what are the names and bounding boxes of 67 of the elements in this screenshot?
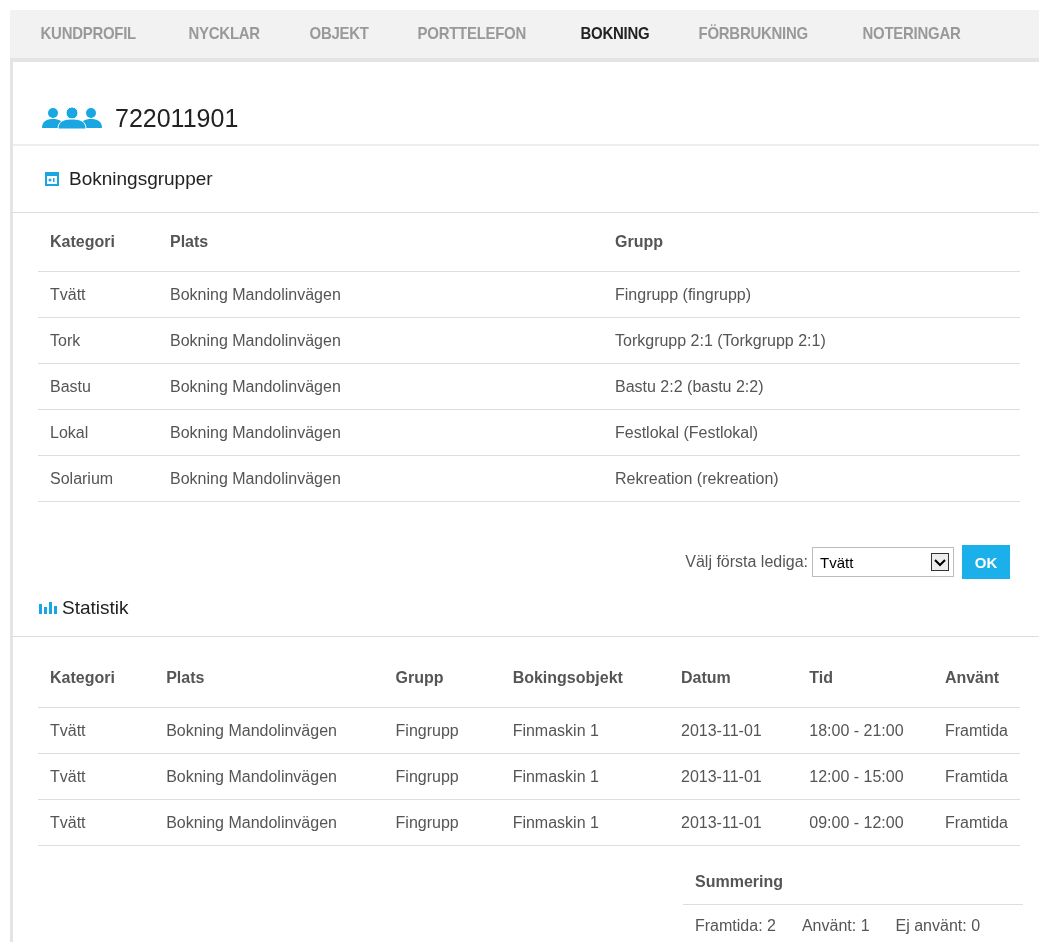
table-cell: Fingrupp (fingrupp) (603, 271, 1020, 318)
table-cell: Bokning Mandolinvägen (158, 409, 603, 456)
bar-chart-icon (39, 602, 59, 614)
customer-number: 722011901 (115, 103, 239, 133)
column-header: Grupp (603, 213, 1020, 272)
calendar-icon (45, 172, 59, 186)
table-cell: Fingrupp (383, 753, 501, 800)
column-header: Använt (932, 649, 1020, 708)
column-header: Plats (158, 213, 603, 272)
table-cell: Bokning Mandolinvägen (158, 363, 603, 410)
table-cell: Bastu (38, 363, 158, 410)
tab[interactable]: NOTERINGAR (852, 10, 972, 58)
tab[interactable]: KUNDPROFIL (30, 10, 147, 58)
summary-count: Använt: 1 (801, 917, 870, 935)
table-cell: 18:00 - 21:00 (797, 707, 933, 754)
table-cell: Festlokal (Festlokal) (603, 409, 1020, 456)
table-cell: Bokning Mandolinvägen (154, 707, 384, 754)
table-cell: 2013-11-01 (669, 707, 798, 754)
table-cell: Finmaskin 1 (500, 799, 669, 846)
column-header: Kategori (38, 213, 158, 272)
table-cell: Bokning Mandolinvägen (158, 317, 603, 364)
column-header: Grupp (383, 649, 501, 708)
table-cell: 2013-11-01 (669, 753, 798, 800)
table-cell: Tvätt (38, 707, 155, 754)
table-cell: Bokning Mandolinvägen (158, 271, 603, 318)
summary-count: Ej använt: 0 (895, 917, 981, 935)
table-cell: Tvätt (38, 799, 155, 846)
tab[interactable]: BOKNING (569, 10, 660, 58)
table-cell: Bokning Mandolinvägen (154, 799, 384, 846)
table-cell: Lokal (38, 409, 158, 456)
tab[interactable]: NYCKLAR (178, 10, 271, 58)
field-label: Välj första lediga: (685, 553, 808, 571)
summary-heading: Summering (683, 860, 1023, 905)
table-cell: Finmaskin 1 (500, 707, 669, 754)
table-cell: Rekreation (rekreation) (603, 455, 1020, 502)
summary-count: Framtida: 2 (695, 917, 776, 935)
tab[interactable]: FÖRBRUKNING (688, 10, 819, 58)
column-header: Datum (669, 649, 798, 708)
ok-button[interactable]: OK (962, 545, 1010, 579)
users-icon (41, 107, 103, 129)
table-cell: Tvätt (38, 271, 158, 318)
table-cell: 12:00 - 15:00 (797, 753, 933, 800)
table-cell: Torkgrupp 2:1 (Torkgrupp 2:1) (603, 317, 1020, 364)
table-cell: Tork (38, 317, 158, 364)
tab[interactable]: PORTTELEFON (406, 10, 537, 58)
column-header: Tid (797, 649, 933, 708)
table-cell: Framtida (932, 707, 1020, 754)
table-cell: Bokning Mandolinvägen (158, 455, 603, 502)
category-select[interactable]: Tvätt (812, 547, 954, 577)
dropdown-icon (931, 553, 949, 571)
table-cell: 09:00 - 12:00 (797, 799, 933, 846)
table-cell: Finmaskin 1 (500, 753, 669, 800)
table-cell: Fingrupp (383, 707, 501, 754)
section-heading: Bokningsgrupper (69, 168, 213, 190)
table-cell: Fingrupp (383, 799, 501, 846)
table-cell: Framtida (932, 799, 1020, 846)
section-heading: Statistik (62, 597, 129, 619)
column-header: Bokingsobjekt (500, 649, 669, 708)
table-cell: Bastu 2:2 (bastu 2:2) (603, 363, 1020, 410)
table-cell: Tvätt (38, 753, 155, 800)
table-cell: Solarium (38, 455, 158, 502)
column-header: Kategori (38, 649, 155, 708)
column-header: Plats (154, 649, 384, 708)
tab[interactable]: OBJEKT (299, 10, 380, 58)
table-cell: Framtida (932, 753, 1020, 800)
table-cell: 2013-11-01 (669, 799, 798, 846)
table-cell: Bokning Mandolinvägen (154, 753, 384, 800)
